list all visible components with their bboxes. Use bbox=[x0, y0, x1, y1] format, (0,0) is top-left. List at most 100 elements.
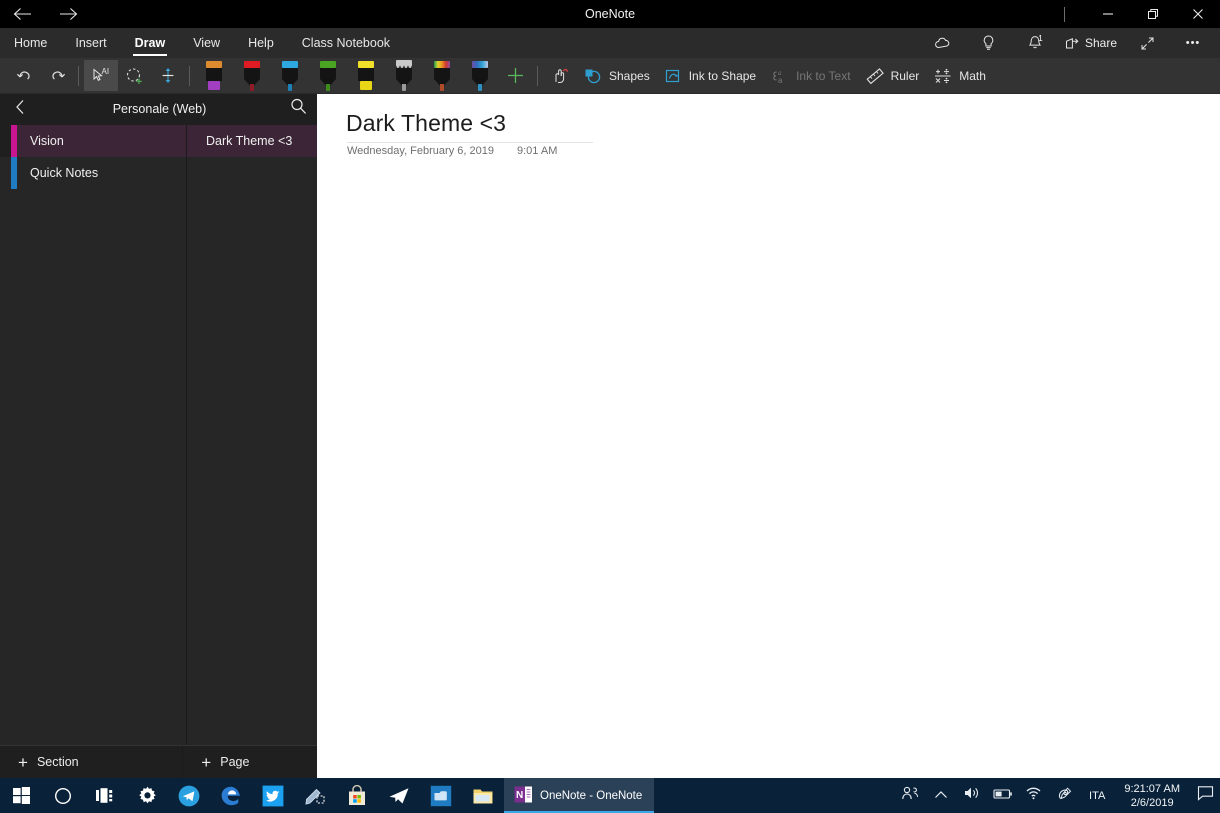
select-ink-text-tool[interactable]: AI bbox=[84, 60, 118, 91]
math-button[interactable]: Math bbox=[926, 60, 993, 91]
forward-button[interactable] bbox=[56, 2, 80, 26]
tab-draw[interactable]: Draw bbox=[121, 28, 180, 58]
page-time[interactable]: 9:01 AM bbox=[517, 145, 557, 157]
file-explorer-app[interactable] bbox=[462, 778, 504, 813]
page-title[interactable]: Dark Theme <3 bbox=[346, 110, 506, 137]
notifications-button[interactable]: 1 bbox=[1012, 28, 1058, 58]
title-bar: OneNote bbox=[0, 0, 1220, 28]
highlighter-purple-icon bbox=[202, 60, 226, 91]
network-button[interactable] bbox=[1018, 778, 1049, 813]
clock[interactable]: 9:21:07 AM 2/6/2019 bbox=[1114, 782, 1190, 810]
add-section-button[interactable]: + Section bbox=[0, 745, 183, 778]
tab-help[interactable]: Help bbox=[234, 28, 288, 58]
tab-insert[interactable]: Insert bbox=[61, 28, 120, 58]
more-options-button[interactable]: ••• bbox=[1170, 28, 1216, 58]
tell-me-button[interactable] bbox=[966, 28, 1012, 58]
action-center-icon bbox=[1197, 785, 1214, 806]
settings-app[interactable] bbox=[126, 778, 168, 813]
eraser-tool[interactable] bbox=[152, 60, 184, 91]
pencil-gray[interactable] bbox=[385, 60, 423, 91]
taskbar-app-onenote[interactable]: N OneNote - OneNote bbox=[504, 778, 655, 813]
share-label: Share bbox=[1084, 36, 1117, 50]
tab-home[interactable]: Home bbox=[0, 28, 61, 58]
redo-button[interactable] bbox=[41, 60, 73, 91]
minimize-button[interactable] bbox=[1085, 0, 1130, 28]
pen-rainbow[interactable] bbox=[423, 60, 461, 91]
people-button[interactable] bbox=[894, 778, 925, 813]
notebook-header: Personale (Web) bbox=[0, 94, 317, 124]
full-screen-button[interactable] bbox=[1124, 28, 1170, 58]
highlighter-yellow-icon bbox=[354, 60, 378, 91]
clock-date: 2/6/2019 bbox=[1130, 796, 1174, 809]
more-options-icon: ••• bbox=[1185, 37, 1201, 49]
twitter-app[interactable] bbox=[252, 778, 294, 813]
section-item-vision[interactable]: Vision bbox=[0, 125, 186, 157]
pen-red[interactable] bbox=[233, 60, 271, 91]
ink-to-text-icon: aa bbox=[770, 67, 790, 85]
note-canvas[interactable]: Dark Theme <3 Wednesday, February 6, 201… bbox=[317, 94, 1220, 778]
task-view-button[interactable] bbox=[84, 778, 126, 813]
ink-workspace-icon bbox=[1056, 785, 1074, 807]
paper-plane-icon bbox=[388, 786, 410, 806]
ruler-icon bbox=[865, 67, 885, 85]
section-item-quick-notes[interactable]: Quick Notes bbox=[0, 157, 186, 189]
page-item-dark-theme[interactable]: Dark Theme <3 bbox=[187, 125, 318, 157]
start-button[interactable] bbox=[0, 778, 42, 813]
language-indicator[interactable]: ITA bbox=[1080, 790, 1114, 802]
undo-icon bbox=[16, 68, 34, 84]
share-button[interactable]: Share bbox=[1058, 28, 1124, 58]
close-button[interactable] bbox=[1175, 0, 1220, 28]
draw-with-touch-button[interactable] bbox=[543, 60, 577, 91]
notebook-back-button[interactable] bbox=[0, 94, 40, 124]
pen-green[interactable] bbox=[309, 60, 347, 91]
chevron-up-icon bbox=[934, 787, 948, 805]
telegram-app[interactable] bbox=[168, 778, 210, 813]
ink-workspace-button[interactable] bbox=[1049, 778, 1080, 813]
add-pen-button[interactable] bbox=[499, 60, 532, 91]
cortana-search-button[interactable] bbox=[42, 778, 84, 813]
draw-with-touch-icon bbox=[550, 66, 570, 85]
pen-blue[interactable] bbox=[271, 60, 309, 91]
people-icon bbox=[901, 785, 919, 806]
page-date[interactable]: Wednesday, February 6, 2019 bbox=[347, 145, 494, 157]
battery-button[interactable] bbox=[987, 778, 1018, 813]
svg-text:AI: AI bbox=[102, 67, 110, 76]
lasso-select-tool[interactable] bbox=[118, 60, 152, 91]
undo-button[interactable] bbox=[9, 60, 41, 91]
shapes-button[interactable]: Shapes bbox=[577, 60, 657, 91]
gear-icon bbox=[138, 786, 157, 805]
snip-sketch-app[interactable] bbox=[294, 778, 336, 813]
pen-highlighter-purple[interactable] bbox=[195, 60, 233, 91]
action-center-button[interactable] bbox=[1190, 778, 1220, 813]
svg-text:N: N bbox=[516, 790, 523, 801]
plus-icon: + bbox=[18, 752, 28, 772]
pen-galaxy[interactable] bbox=[461, 60, 499, 91]
telegram-desktop-app[interactable] bbox=[378, 778, 420, 813]
pen-highlighter-yellow[interactable] bbox=[347, 60, 385, 91]
photos-app[interactable] bbox=[420, 778, 462, 813]
microsoft-edge-app[interactable] bbox=[210, 778, 252, 813]
tab-view[interactable]: View bbox=[179, 28, 234, 58]
volume-button[interactable] bbox=[956, 778, 987, 813]
back-button[interactable] bbox=[10, 2, 34, 26]
show-hidden-icons-button[interactable] bbox=[925, 778, 956, 813]
ruler-button[interactable]: Ruler bbox=[858, 60, 927, 91]
toolbar-divider-3 bbox=[537, 65, 538, 86]
tab-label: Draw bbox=[134, 36, 166, 50]
tab-class-notebook[interactable]: Class Notebook bbox=[288, 28, 404, 58]
snip-icon bbox=[304, 786, 326, 806]
pencil-gray-icon bbox=[392, 60, 416, 91]
microsoft-store-app[interactable] bbox=[336, 778, 378, 813]
page-label: Dark Theme <3 bbox=[206, 134, 293, 148]
title-separator bbox=[1064, 6, 1065, 22]
sync-status-button[interactable] bbox=[920, 28, 966, 58]
plus-icon bbox=[506, 66, 525, 85]
ink-to-shape-button[interactable]: Ink to Shape bbox=[657, 60, 763, 91]
add-page-button[interactable]: + Page bbox=[182, 745, 317, 778]
sync-cloud-icon bbox=[934, 37, 951, 50]
navigation-buttons bbox=[0, 2, 80, 26]
search-icon bbox=[290, 98, 307, 120]
ink-to-text-button[interactable]: aa Ink to Text bbox=[763, 60, 857, 91]
restore-button[interactable] bbox=[1130, 0, 1175, 28]
search-button[interactable] bbox=[279, 94, 317, 124]
